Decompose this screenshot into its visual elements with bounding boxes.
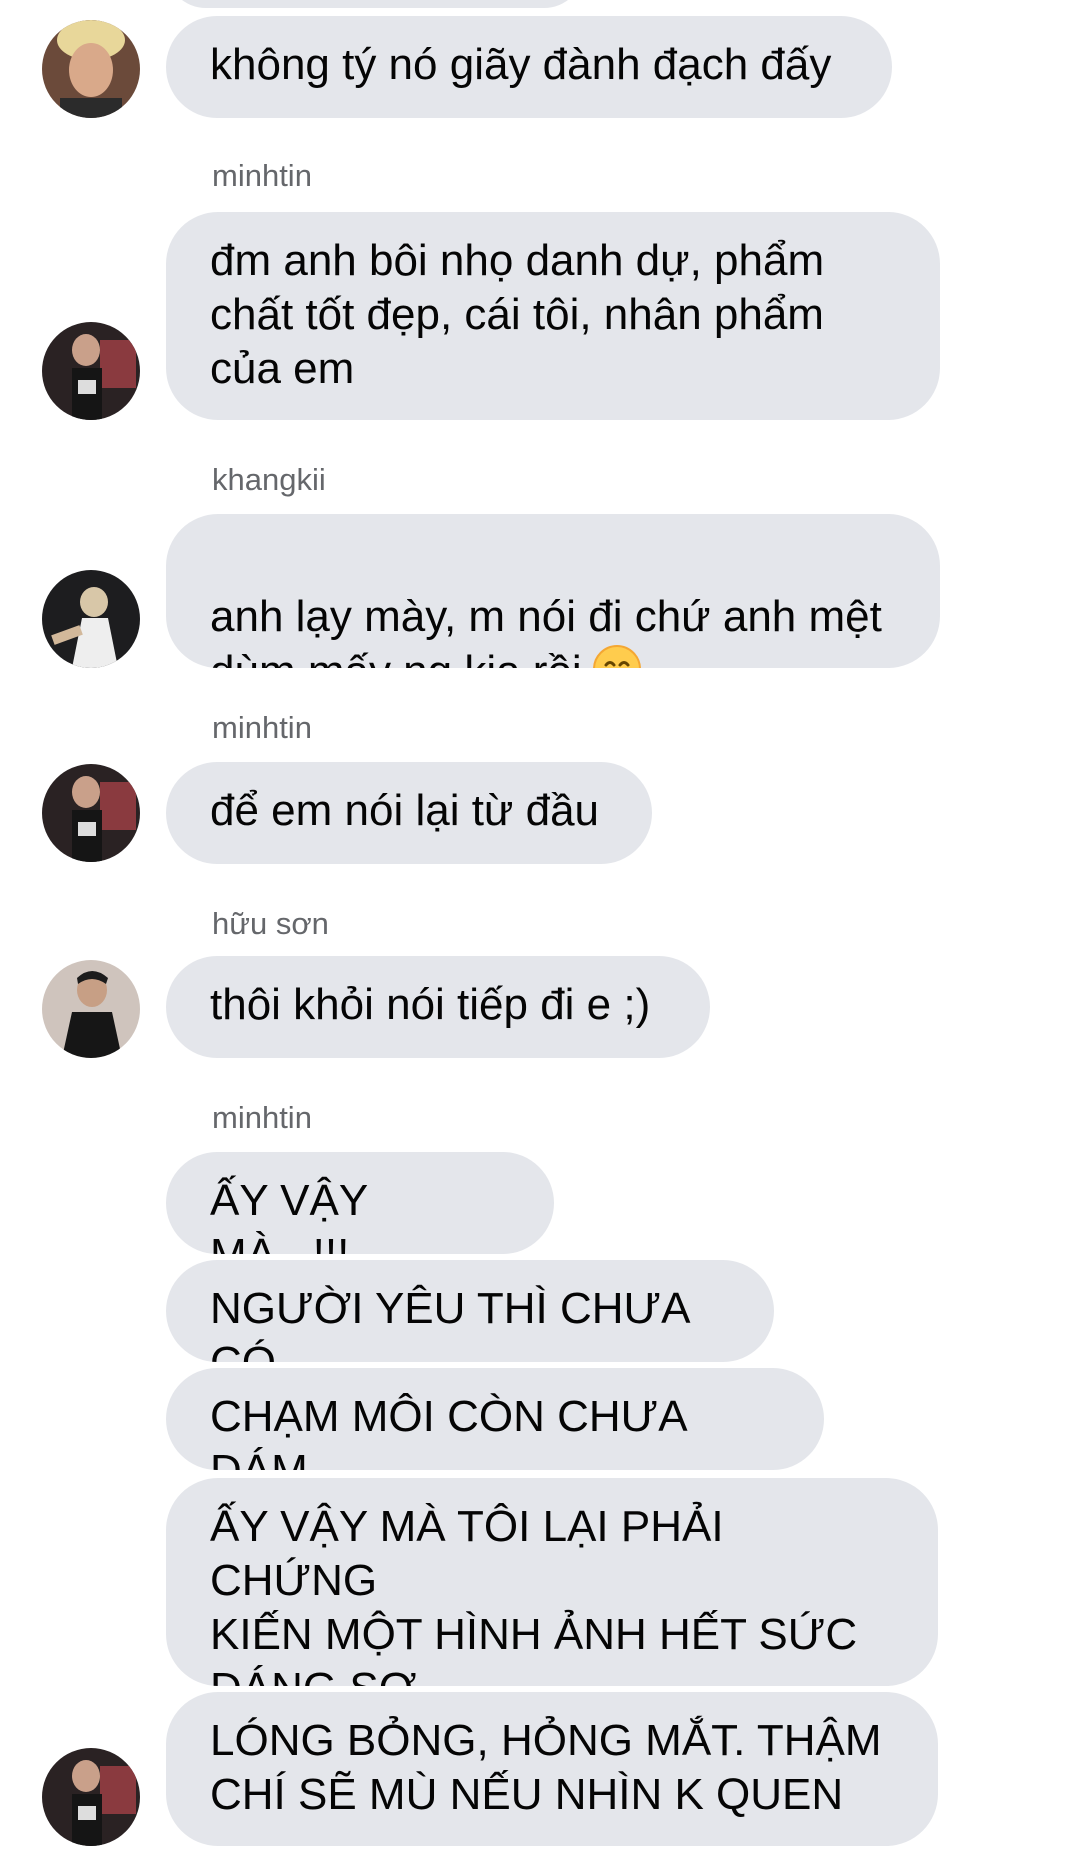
sender-name: minhtin: [212, 158, 312, 193]
message-bubble[interactable]: LÓNG BỎNG, HỎNG MẮT. THẬM CHÍ SẼ MÙ NẾU …: [166, 1692, 938, 1846]
avatar[interactable]: [42, 322, 140, 420]
message-bubble[interactable]: CHẠM MÔI CÒN CHƯA DÁM: [166, 1368, 824, 1470]
message-bubble[interactable]: anh lạy mày, m nói đi chứ anh mệt dùm mấ…: [166, 514, 940, 668]
smiling-face-emoji-icon: [592, 644, 642, 668]
message-bubble[interactable]: để em nói lại từ đầu: [166, 762, 652, 864]
message-bubble[interactable]: NGƯỜI YÊU THÌ CHƯA CÓ: [166, 1260, 774, 1362]
avatar[interactable]: [42, 570, 140, 668]
avatar[interactable]: [42, 1748, 140, 1846]
user-photo-icon: [42, 764, 140, 862]
message-bubble[interactable]: ẤY VẬY MÀ...!!!: [166, 1152, 554, 1254]
user-photo-icon: [42, 322, 140, 420]
avatar[interactable]: [42, 20, 140, 118]
message-text: anh lạy mày, m nói đi chứ anh mệt dùm mấ…: [210, 592, 882, 668]
message-bubble[interactable]: thôi khỏi nói tiếp đi e ;): [166, 956, 710, 1058]
sender-name: minhtin: [212, 710, 312, 745]
message-bubble[interactable]: đm anh bôi nhọ danh dự, phẩm chất tốt đẹ…: [166, 212, 940, 420]
previous-message-bubble-fragment: [166, 0, 584, 8]
message-bubble[interactable]: ẤY VẬY MÀ TÔI LẠI PHẢI CHỨNG KIẾN MỘT HÌ…: [166, 1478, 938, 1686]
message-bubble[interactable]: không tý nó giãy đành đạch đấy: [166, 16, 892, 118]
sender-name: hữu sơn: [212, 906, 329, 941]
avatar[interactable]: [42, 764, 140, 862]
user-photo-icon: [42, 20, 140, 118]
sender-name: khangkii: [212, 462, 326, 497]
avatar[interactable]: [42, 960, 140, 1058]
sender-name: minhtin: [212, 1100, 312, 1135]
user-photo-icon: [42, 960, 140, 1058]
user-photo-icon: [42, 570, 140, 668]
user-photo-icon: [42, 1748, 140, 1846]
